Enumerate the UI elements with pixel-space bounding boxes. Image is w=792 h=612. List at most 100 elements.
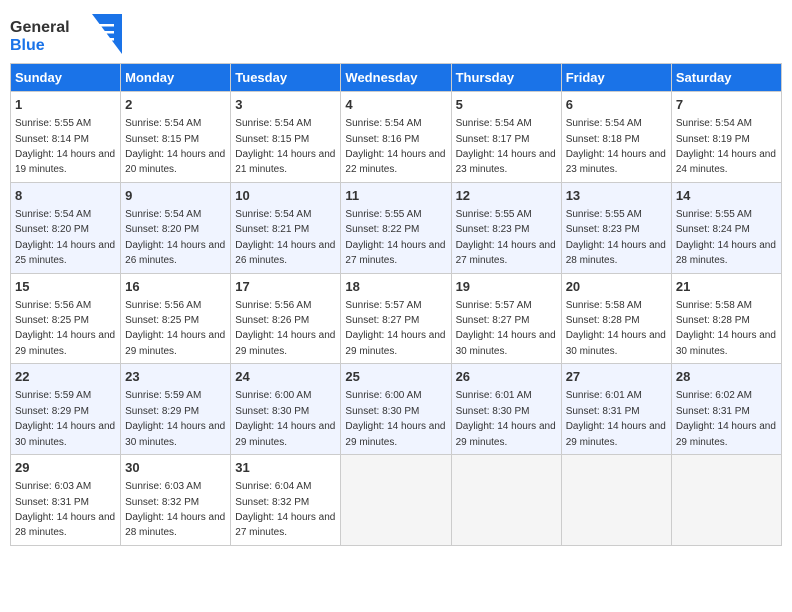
day-number: 11	[345, 187, 446, 205]
calendar-cell: 17 Sunrise: 5:56 AMSunset: 8:26 PMDayligh…	[231, 273, 341, 364]
calendar-cell: 28Sunrise: 6:02 AMSunset: 8:31 PMDayligh…	[671, 364, 781, 455]
day-info: Sunrise: 6:02 AMSunset: 8:31 PMDaylight:…	[676, 390, 776, 447]
calendar-cell: 6 Sunrise: 5:54 AMSunset: 8:18 PMDaylight…	[561, 92, 671, 183]
day-number: 19	[456, 278, 557, 296]
day-number: 8	[15, 187, 116, 205]
calendar-cell: 20 Sunrise: 5:58 AMSunset: 8:28 PMDayligh…	[561, 273, 671, 364]
day-info: Sunrise: 5:56 AMSunset: 8:26 PMDaylight:…	[235, 300, 335, 357]
day-number: 5	[456, 96, 557, 114]
calendar-cell	[451, 455, 561, 546]
day-info: Sunrise: 5:54 AMSunset: 8:18 PMDaylight:…	[566, 118, 666, 175]
calendar-cell: 22 Sunrise: 5:59 AMSunset: 8:29 PMDayligh…	[11, 364, 121, 455]
calendar-header-sunday: Sunday	[11, 64, 121, 92]
day-number: 7	[676, 96, 777, 114]
day-info: Sunrise: 6:04 AMSunset: 8:32 PMDaylight:…	[235, 481, 335, 538]
day-info: Sunrise: 5:54 AMSunset: 8:20 PMDaylight:…	[125, 209, 225, 266]
calendar-header-friday: Friday	[561, 64, 671, 92]
calendar-header-saturday: Saturday	[671, 64, 781, 92]
day-info: Sunrise: 6:03 AMSunset: 8:31 PMDaylight:…	[15, 481, 115, 538]
calendar-header-wednesday: Wednesday	[341, 64, 451, 92]
svg-text:General: General	[10, 19, 70, 36]
day-number: 17	[235, 278, 336, 296]
day-number: 23	[125, 368, 226, 386]
calendar-cell: 9 Sunrise: 5:54 AMSunset: 8:20 PMDaylight…	[121, 182, 231, 273]
day-info: Sunrise: 5:55 AMSunset: 8:22 PMDaylight:…	[345, 209, 445, 266]
day-number: 6	[566, 96, 667, 114]
calendar-cell: 29 Sunrise: 6:03 AMSunset: 8:31 PMDayligh…	[11, 455, 121, 546]
calendar-cell: 26 Sunrise: 6:01 AMSunset: 8:30 PMDayligh…	[451, 364, 561, 455]
calendar-cell: 11 Sunrise: 5:55 AMSunset: 8:22 PMDayligh…	[341, 182, 451, 273]
calendar-cell: 31 Sunrise: 6:04 AMSunset: 8:32 PMDayligh…	[231, 455, 341, 546]
day-number: 30	[125, 459, 226, 477]
day-info: Sunrise: 5:55 AMSunset: 8:24 PMDaylight:…	[676, 209, 776, 266]
calendar-header-monday: Monday	[121, 64, 231, 92]
day-number: 18	[345, 278, 446, 296]
day-number: 3	[235, 96, 336, 114]
day-info: Sunrise: 5:54 AMSunset: 8:16 PMDaylight:…	[345, 118, 445, 175]
calendar-cell: 5 Sunrise: 5:54 AMSunset: 8:17 PMDaylight…	[451, 92, 561, 183]
day-info: Sunrise: 5:56 AMSunset: 8:25 PMDaylight:…	[125, 300, 225, 357]
calendar-cell: 23 Sunrise: 5:59 AMSunset: 8:29 PMDayligh…	[121, 364, 231, 455]
day-info: Sunrise: 6:01 AMSunset: 8:30 PMDaylight:…	[456, 390, 556, 447]
day-info: Sunrise: 6:00 AMSunset: 8:30 PMDaylight:…	[345, 390, 445, 447]
day-number: 24	[235, 368, 336, 386]
logo-icon-svg	[92, 14, 122, 54]
day-info: Sunrise: 5:54 AMSunset: 8:15 PMDaylight:…	[125, 118, 225, 175]
day-info: Sunrise: 5:54 AMSunset: 8:21 PMDaylight:…	[235, 209, 335, 266]
calendar-cell: 16 Sunrise: 5:56 AMSunset: 8:25 PMDayligh…	[121, 273, 231, 364]
calendar-cell: 8 Sunrise: 5:54 AMSunset: 8:20 PMDaylight…	[11, 182, 121, 273]
calendar-cell: 19 Sunrise: 5:57 AMSunset: 8:27 PMDayligh…	[451, 273, 561, 364]
day-info: Sunrise: 5:58 AMSunset: 8:28 PMDaylight:…	[566, 300, 666, 357]
day-number: 22	[15, 368, 116, 386]
day-info: Sunrise: 6:03 AMSunset: 8:32 PMDaylight:…	[125, 481, 225, 538]
calendar-cell: 7 Sunrise: 5:54 AMSunset: 8:19 PMDaylight…	[671, 92, 781, 183]
calendar-cell	[341, 455, 451, 546]
day-info: Sunrise: 5:54 AMSunset: 8:19 PMDaylight:…	[676, 118, 776, 175]
calendar-week-3: 15Sunrise: 5:56 AMSunset: 8:25 PMDayligh…	[11, 273, 782, 364]
calendar-cell	[561, 455, 671, 546]
calendar-cell: 15Sunrise: 5:56 AMSunset: 8:25 PMDayligh…	[11, 273, 121, 364]
day-number: 20	[566, 278, 667, 296]
day-info: Sunrise: 5:54 AMSunset: 8:17 PMDaylight:…	[456, 118, 556, 175]
svg-text:Blue: Blue	[10, 37, 45, 54]
day-number: 4	[345, 96, 446, 114]
day-number: 12	[456, 187, 557, 205]
day-number: 16	[125, 278, 226, 296]
day-info: Sunrise: 5:54 AMSunset: 8:20 PMDaylight:…	[15, 209, 115, 266]
day-info: Sunrise: 5:57 AMSunset: 8:27 PMDaylight:…	[456, 300, 556, 357]
day-info: Sunrise: 6:00 AMSunset: 8:30 PMDaylight:…	[235, 390, 335, 447]
calendar-header-thursday: Thursday	[451, 64, 561, 92]
day-info: Sunrise: 5:59 AMSunset: 8:29 PMDaylight:…	[15, 390, 115, 447]
calendar-cell: 4 Sunrise: 5:54 AMSunset: 8:16 PMDaylight…	[341, 92, 451, 183]
calendar-cell: 3Sunrise: 5:54 AMSunset: 8:15 PMDaylight…	[231, 92, 341, 183]
day-number: 9	[125, 187, 226, 205]
day-info: Sunrise: 5:55 AMSunset: 8:23 PMDaylight:…	[566, 209, 666, 266]
day-number: 2	[125, 96, 226, 114]
logo: General Blue	[10, 10, 90, 59]
calendar-cell: 12Sunrise: 5:55 AMSunset: 8:23 PMDayligh…	[451, 182, 561, 273]
calendar-cell: 2 Sunrise: 5:54 AMSunset: 8:15 PMDaylight…	[121, 92, 231, 183]
day-info: Sunrise: 5:59 AMSunset: 8:29 PMDaylight:…	[125, 390, 225, 447]
calendar-cell	[671, 455, 781, 546]
day-number: 31	[235, 459, 336, 477]
calendar-cell: 24 Sunrise: 6:00 AMSunset: 8:30 PMDayligh…	[231, 364, 341, 455]
calendar-week-5: 29 Sunrise: 6:03 AMSunset: 8:31 PMDayligh…	[11, 455, 782, 546]
calendar-week-4: 22 Sunrise: 5:59 AMSunset: 8:29 PMDayligh…	[11, 364, 782, 455]
calendar-header-tuesday: Tuesday	[231, 64, 341, 92]
calendar-cell: 21Sunrise: 5:58 AMSunset: 8:28 PMDayligh…	[671, 273, 781, 364]
day-number: 26	[456, 368, 557, 386]
day-number: 14	[676, 187, 777, 205]
page-header: General Blue	[10, 10, 782, 59]
calendar-cell: 18 Sunrise: 5:57 AMSunset: 8:27 PMDayligh…	[341, 273, 451, 364]
calendar-cell: 10Sunrise: 5:54 AMSunset: 8:21 PMDayligh…	[231, 182, 341, 273]
day-number: 29	[15, 459, 116, 477]
day-info: Sunrise: 5:55 AMSunset: 8:14 PMDaylight:…	[15, 118, 115, 175]
day-info: Sunrise: 5:57 AMSunset: 8:27 PMDaylight:…	[345, 300, 445, 357]
day-number: 1	[15, 96, 116, 114]
logo-svg: General Blue	[10, 14, 90, 54]
day-number: 25	[345, 368, 446, 386]
calendar-week-2: 8 Sunrise: 5:54 AMSunset: 8:20 PMDaylight…	[11, 182, 782, 273]
day-info: Sunrise: 6:01 AMSunset: 8:31 PMDaylight:…	[566, 390, 666, 447]
calendar-cell: 25 Sunrise: 6:00 AMSunset: 8:30 PMDayligh…	[341, 364, 451, 455]
day-number: 21	[676, 278, 777, 296]
